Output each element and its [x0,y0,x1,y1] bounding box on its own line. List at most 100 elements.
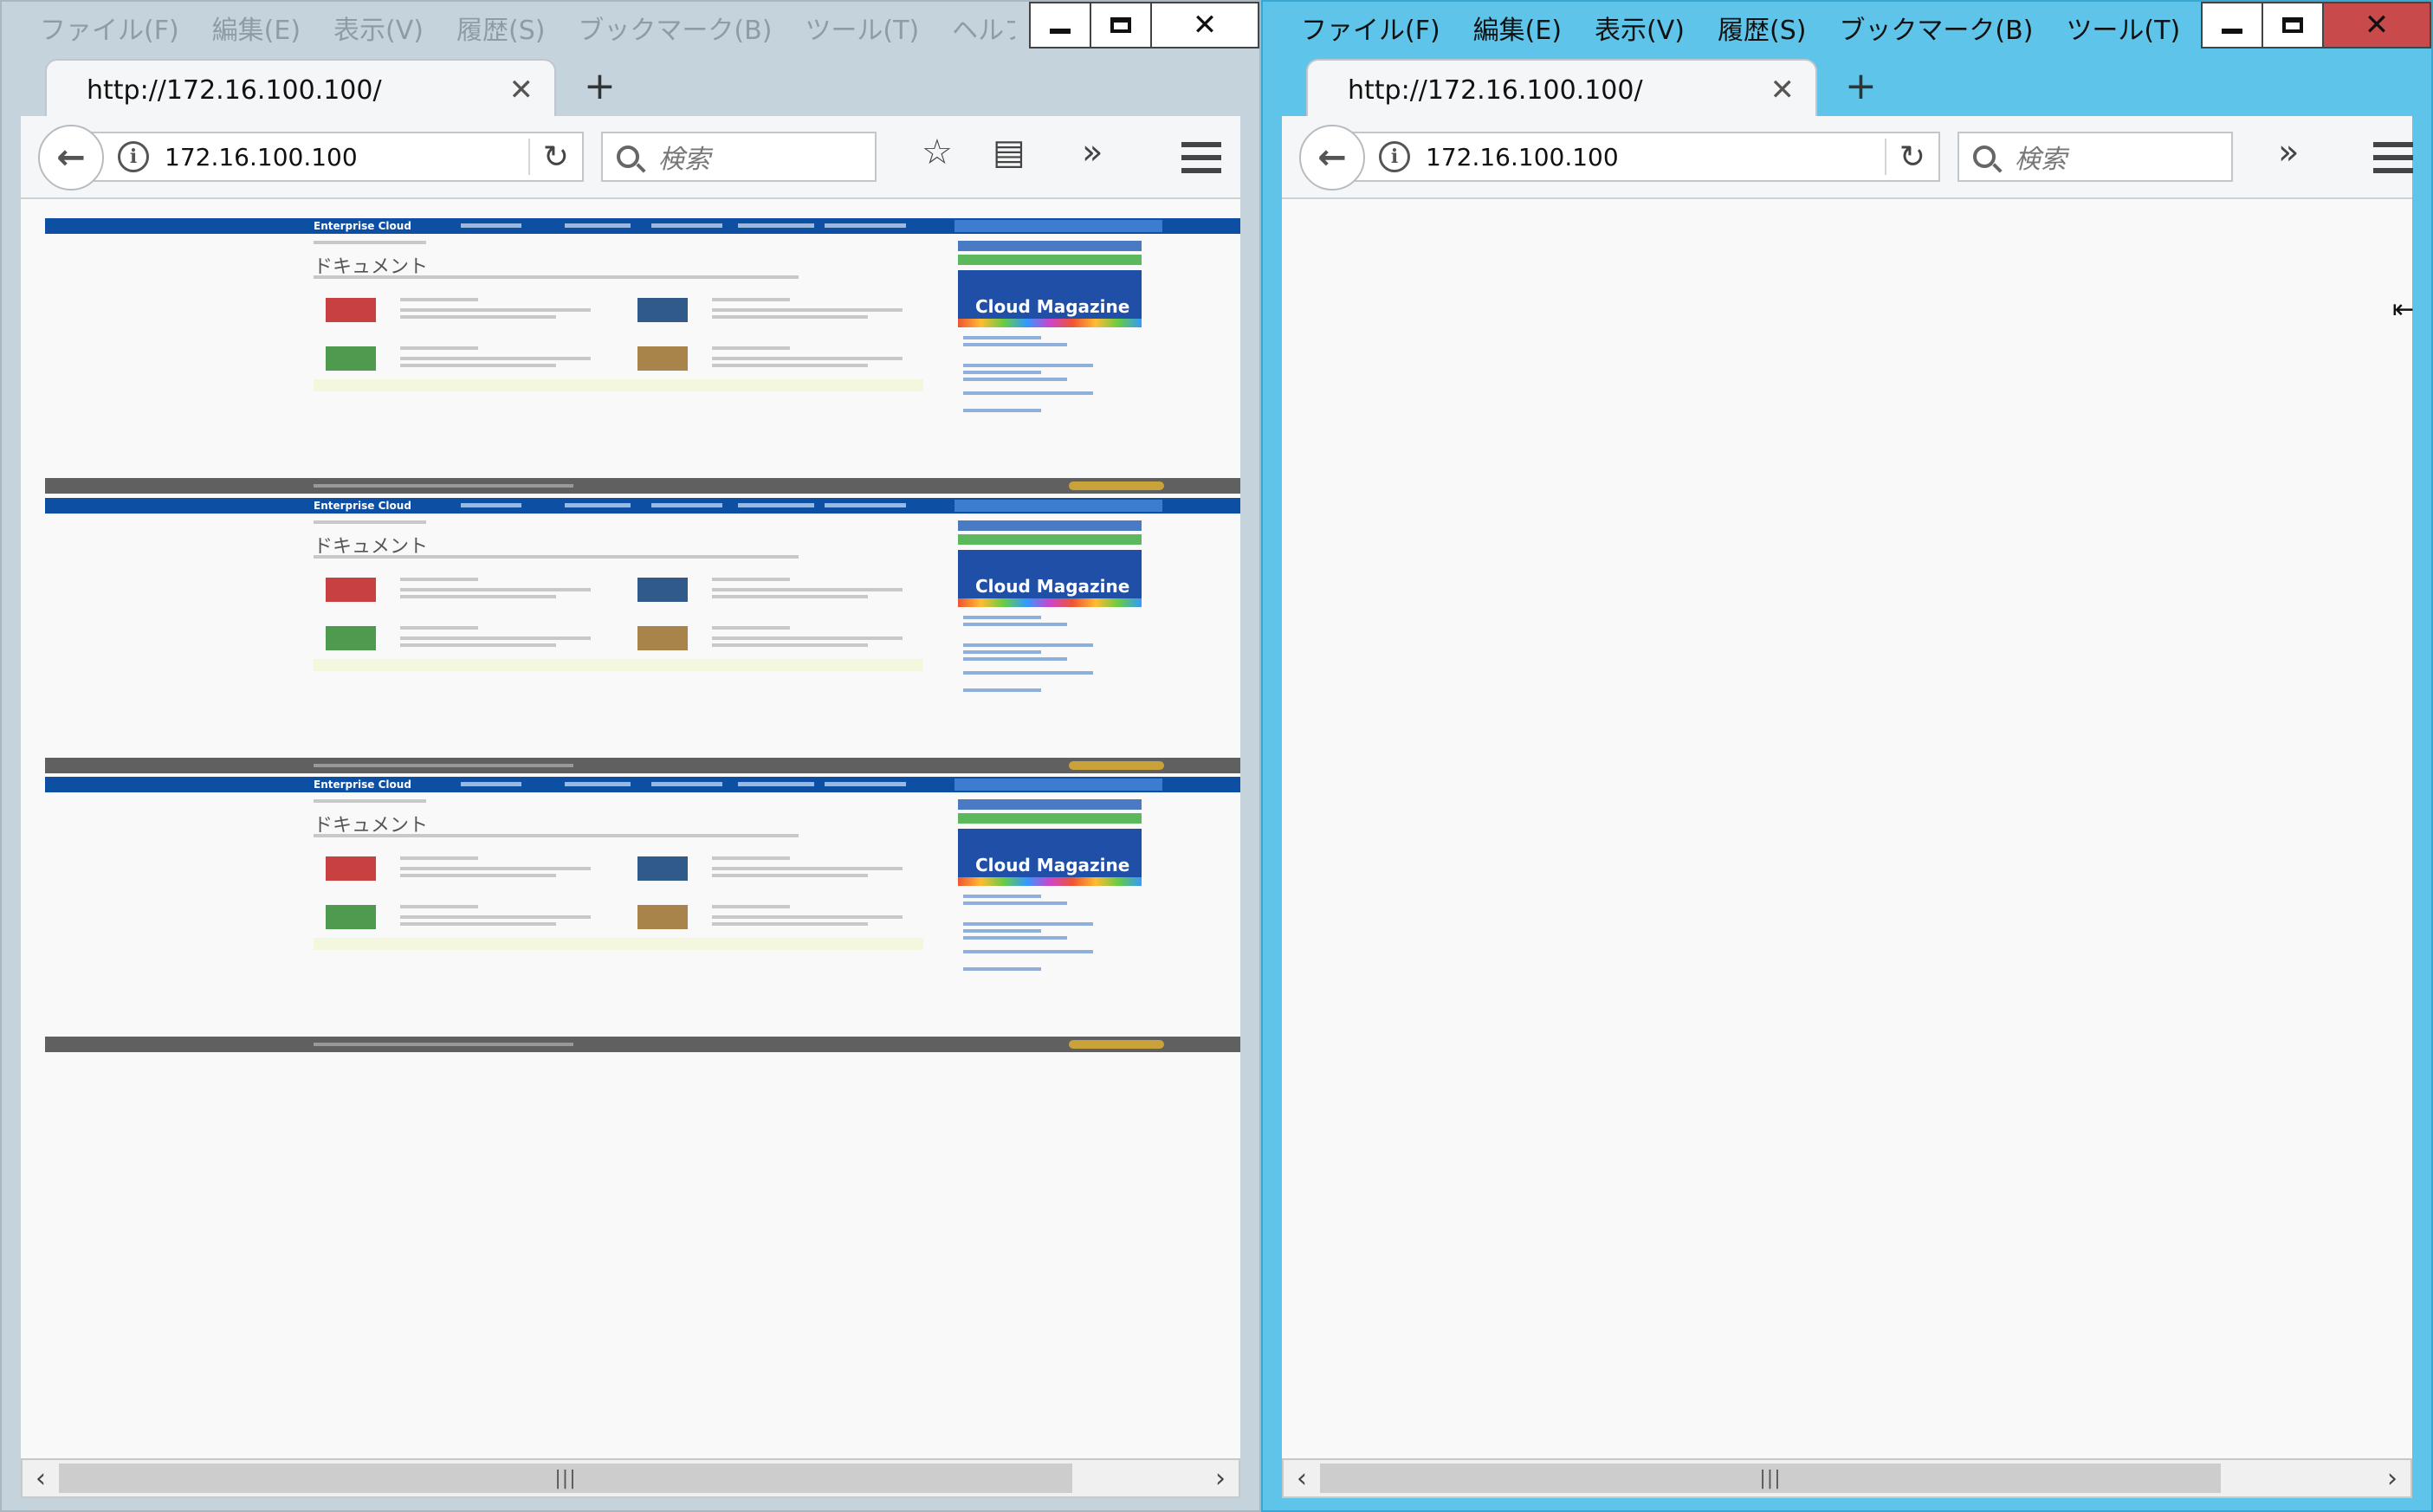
preview-card-heading [400,298,478,301]
menu-file[interactable]: ファイル(F) [28,9,191,47]
preview-ad-strip [958,319,1142,327]
preview-nav-item [565,223,631,228]
preview-notice [314,379,923,391]
preview-side-link [963,650,1041,654]
maximize-button[interactable] [2262,2,2324,48]
back-button[interactable]: ← [38,125,104,191]
preview-footer [45,758,1240,773]
preview-card-heading [712,346,790,350]
preview-breadcrumb [314,241,426,244]
preview-nav-item [825,782,906,786]
preview-card-heading [400,578,478,581]
preview-notice [314,938,923,950]
close-icon: ✕ [1192,8,1218,42]
scroll-left-icon[interactable]: ‹ [1284,1460,1320,1496]
preview-card-text [400,588,591,591]
maximize-button[interactable] [1090,2,1152,48]
preview-copyright [314,764,573,767]
menu-edit[interactable]: 編集(E) [200,9,313,47]
menu-history[interactable]: 履歴(S) [444,9,557,47]
menu-bookmarks[interactable]: ブックマーク(B) [1827,9,2045,47]
menu-edit[interactable]: 編集(E) [1461,9,1574,47]
preview-card-text [400,357,591,360]
scroll-left-icon[interactable]: ‹ [23,1460,59,1496]
preview-card-text [400,922,556,926]
horizontal-scrollbar[interactable]: ‹ ||| › [21,1458,1240,1498]
preview-header: Enterprise Cloud [45,218,1240,234]
preview-card [625,893,932,976]
info-icon[interactable]: i [1379,141,1410,172]
page-content[interactable] [1282,199,2412,1458]
menu-bar: ファイル(F) 編集(E) 表示(V) 履歴(S) ブックマーク(B) ツール(… [1263,2,2190,54]
preview-side-link [963,922,1093,926]
minimize-button[interactable] [1029,2,1091,48]
chevron-double-right-icon[interactable]: » [2278,135,2299,170]
scroll-thumb[interactable]: ||| [59,1464,1072,1493]
tab-close-icon[interactable]: ✕ [1770,73,1796,107]
reload-icon[interactable]: ↻ [530,139,582,175]
preview-card-icon [326,578,376,602]
menu-bookmarks[interactable]: ブックマーク(B) [566,9,784,47]
back-button[interactable]: ← [1299,125,1365,191]
preview-side-link [963,929,1041,933]
preview-footer-logo [1069,481,1164,490]
preview-nav-item [565,503,631,507]
preview-side-button [958,813,1142,824]
tab-close-icon[interactable]: ✕ [509,73,534,107]
preview-side-link [963,967,1041,971]
scroll-thumb[interactable]: ||| [1320,1464,2221,1493]
back-arrow-icon: ← [56,138,86,178]
reload-icon[interactable]: ↻ [1886,139,1938,175]
tab-strip: http://172.16.100.100/ ✕ + [1263,54,2431,120]
tab-active[interactable]: http://172.16.100.100/ ✕ [1306,59,1817,120]
menu-file[interactable]: ファイル(F) [1289,9,1453,47]
close-window-button[interactable]: ✕ [1150,2,1259,48]
menu-help[interactable]: ヘルプ(H) [940,9,1015,47]
preview-nav-item [461,503,521,507]
chevron-double-right-icon[interactable]: » [1082,135,1103,170]
preview-card-text [712,643,868,647]
minimize-button[interactable] [2201,2,2263,48]
preview-side-link [963,371,1041,374]
preview-brand: Enterprise Cloud [314,500,411,512]
menu-tools[interactable]: ツール(T) [793,9,931,47]
horizontal-scrollbar[interactable]: ‹ ||| › [1282,1458,2412,1498]
scroll-right-icon[interactable]: › [1202,1460,1239,1496]
preview-nav-item [461,782,521,786]
preview-card-icon [326,346,376,371]
preview-footer-logo [1069,761,1164,770]
preview-side-link [963,643,1093,647]
url-bar[interactable]: i 172.16.100.100 ↻ [1343,132,1940,182]
search-bar[interactable]: 検索 [601,132,877,182]
preview-breadcrumb [314,799,426,803]
preview-nav-item [651,223,722,228]
scroll-right-icon[interactable]: › [2374,1460,2410,1496]
library-icon[interactable]: ▤ [993,135,1026,170]
preview-card-text [712,595,868,598]
menu-view[interactable]: 表示(V) [1582,9,1697,47]
hamburger-menu-icon[interactable] [1181,142,1221,173]
close-window-button[interactable]: ✕ [2322,2,2431,48]
url-text: 172.16.100.100 [1426,142,1619,171]
preview-ad-strip [958,877,1142,886]
menu-view[interactable]: 表示(V) [321,9,436,47]
url-bar[interactable]: i 172.16.100.100 ↻ [81,132,584,182]
new-tab-plus-icon[interactable]: + [1845,68,1877,106]
tab-active[interactable]: http://172.16.100.100/ ✕ [45,59,556,120]
page-content[interactable]: Enterprise Cloud ドキュメント Cloud Magazine Ente… [21,199,1240,1458]
preview-card-text [400,636,591,640]
info-icon[interactable]: i [118,141,149,172]
preview-card-text [400,595,556,598]
preview-card-text [400,643,556,647]
preview-card-text [712,636,903,640]
preview-intro-text [314,555,799,559]
preview-side-link [963,391,1093,395]
star-icon[interactable]: ☆ [922,135,953,170]
menu-tools[interactable]: ツール(T) [2054,9,2190,47]
search-bar[interactable]: 検索 [1957,132,2233,182]
menu-history[interactable]: 履歴(S) [1705,9,1818,47]
hamburger-menu-icon[interactable] [2373,142,2413,173]
preview-ad-banner: Cloud Magazine [958,550,1142,607]
preview-card-text [712,315,868,319]
new-tab-plus-icon[interactable]: + [584,68,616,106]
